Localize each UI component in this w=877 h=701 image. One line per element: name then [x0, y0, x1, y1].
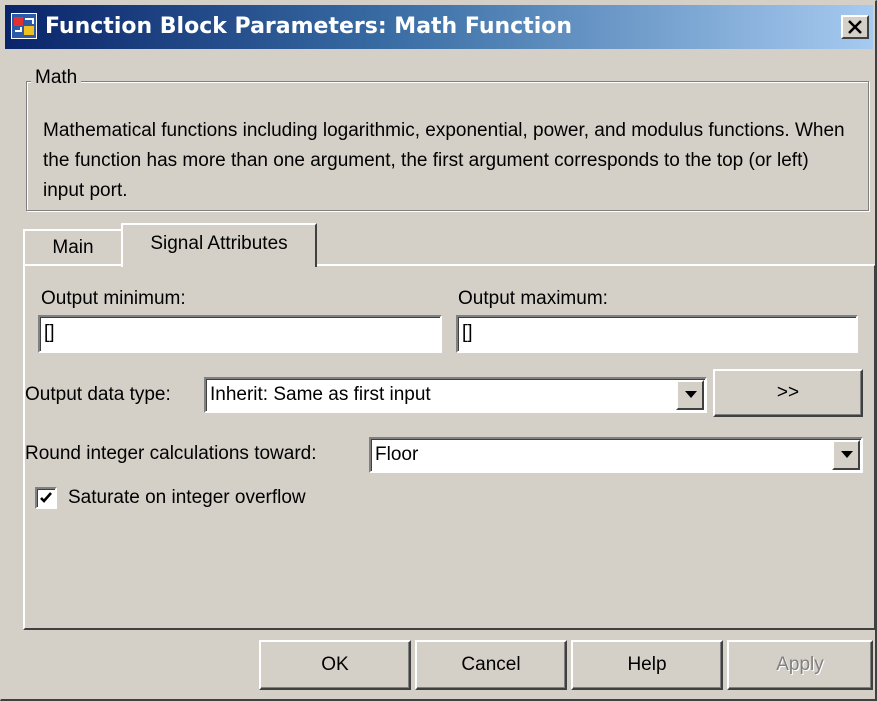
saturate-label: Saturate on integer overflow: [68, 487, 306, 508]
math-group-legend: Math: [31, 67, 82, 89]
round-mode-select[interactable]: Floor: [369, 437, 863, 473]
output-minimum-label: Output minimum:: [41, 288, 186, 309]
saturate-checkbox[interactable]: [35, 487, 57, 509]
output-maximum-label: Output maximum:: [458, 288, 608, 309]
window-title: Function Block Parameters: Math Function: [45, 14, 573, 39]
simulink-block-icon: [11, 13, 37, 39]
cancel-button[interactable]: Cancel: [415, 640, 567, 690]
round-label: Round integer calculations toward:: [25, 443, 317, 464]
tab-main[interactable]: Main: [23, 229, 123, 265]
data-type-assistant-button[interactable]: >>: [713, 369, 863, 417]
tab-signal-attributes[interactable]: Signal Attributes: [121, 223, 317, 267]
close-button[interactable]: [841, 15, 869, 39]
output-maximum-input[interactable]: []: [456, 315, 858, 353]
output-data-type-dropdown-button[interactable]: [676, 380, 704, 410]
help-button[interactable]: Help: [571, 640, 723, 690]
round-mode-dropdown-button[interactable]: [832, 440, 860, 470]
output-data-type-value: Inherit: Same as first input: [210, 384, 431, 405]
output-minimum-input[interactable]: []: [38, 315, 442, 353]
output-data-type-label: Output data type:: [25, 384, 171, 405]
round-mode-value: Floor: [375, 444, 419, 465]
output-data-type-select[interactable]: Inherit: Same as first input: [204, 377, 707, 413]
apply-button[interactable]: Apply: [727, 640, 873, 690]
title-bar[interactable]: Function Block Parameters: Math Function: [5, 5, 873, 49]
dialog-window: Function Block Parameters: Math Function…: [0, 0, 877, 701]
ok-button[interactable]: OK: [259, 640, 411, 690]
block-description: Mathematical functions including logarit…: [43, 120, 845, 201]
